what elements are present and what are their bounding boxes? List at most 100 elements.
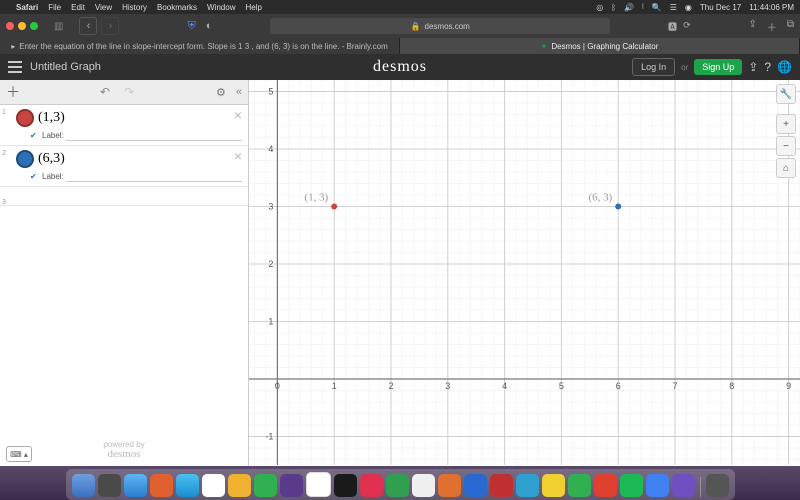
search-icon[interactable]: 🔍 <box>652 3 662 12</box>
home-button[interactable]: ⌂ <box>776 158 796 178</box>
address-bar[interactable]: 🔒 desmos.com <box>270 18 610 34</box>
minimize-window-button[interactable] <box>18 22 26 30</box>
svg-text:1: 1 <box>268 317 273 327</box>
wifi-icon[interactable]: ⧙ <box>642 2 644 12</box>
empty-expression-row[interactable]: 3 <box>0 187 248 206</box>
svg-text:3: 3 <box>445 381 450 391</box>
expression-formula[interactable]: (1,3) <box>38 110 65 126</box>
siri-icon[interactable]: ◉ <box>685 3 692 12</box>
dock-tv-icon[interactable] <box>334 474 357 497</box>
dock-app-icon[interactable] <box>646 474 669 497</box>
dock-app-icon[interactable] <box>438 474 461 497</box>
dock-app-icon[interactable] <box>516 474 539 497</box>
dock-app-icon[interactable] <box>412 474 435 497</box>
menu-button[interactable] <box>8 61 22 73</box>
undo-button[interactable]: ↶ <box>100 85 110 99</box>
share-icon[interactable]: ⇪ <box>748 19 756 34</box>
signup-button[interactable]: Sign Up <box>694 59 742 75</box>
back-button[interactable]: ‹ <box>79 17 97 35</box>
expression-row[interactable]: 2 (6,3) × ✔ Label: <box>0 146 248 187</box>
zoom-out-button[interactable]: − <box>776 136 796 156</box>
desmos-logo: desmos <box>373 58 427 76</box>
dock-app-icon[interactable] <box>568 474 591 497</box>
dock-appstore-icon[interactable] <box>464 474 487 497</box>
expression-row[interactable]: 1 (1,3) × ✔ Label: <box>0 105 248 146</box>
dock-safari-icon[interactable] <box>124 474 147 497</box>
label-checkbox[interactable]: ✔ <box>30 172 39 181</box>
help-icon[interactable]: ? <box>764 60 771 74</box>
dock-trash-icon[interactable] <box>706 474 729 497</box>
reader-icon[interactable]: ◐ <box>206 20 213 33</box>
color-swatch[interactable] <box>16 150 34 168</box>
label-word: Label: <box>42 131 64 140</box>
powered-by: powered by desmos <box>0 441 248 466</box>
zoom-window-button[interactable] <box>30 22 38 30</box>
dock-mail-icon[interactable] <box>176 474 199 497</box>
menu-window[interactable]: Window <box>207 3 235 12</box>
wrench-button[interactable]: 🔧 <box>776 84 796 104</box>
url-text: desmos.com <box>425 22 470 31</box>
dock-app-icon[interactable] <box>594 474 617 497</box>
delete-expression-button[interactable]: × <box>234 148 242 164</box>
color-swatch[interactable] <box>16 109 34 127</box>
dock-app-icon[interactable] <box>228 474 251 497</box>
language-icon[interactable]: 🌐 <box>777 60 792 74</box>
label-checkbox[interactable]: ✔ <box>30 131 39 140</box>
zoom-in-button[interactable]: + <box>776 114 796 134</box>
dock-app-icon[interactable] <box>386 474 409 497</box>
dock-app-icon[interactable] <box>490 474 513 497</box>
translate-icon[interactable]: 🅰 <box>668 20 677 33</box>
forward-button[interactable]: › <box>101 17 119 35</box>
dock-finder-icon[interactable] <box>72 474 95 497</box>
safari-toolbar: ▥ ‹ › ⛨ ◐ 🔒 desmos.com 🅰 ⟳ ⇪ ＋ ⧉ <box>0 14 800 38</box>
tab-brainly[interactable]: ▸ Enter the equation of the line in slop… <box>0 38 400 54</box>
close-window-button[interactable] <box>6 22 14 30</box>
expression-formula[interactable]: (6,3) <box>38 151 65 167</box>
dock-messages-icon[interactable] <box>254 474 277 497</box>
reload-icon[interactable]: ⟳ <box>683 20 691 33</box>
label-input[interactable] <box>66 171 242 182</box>
label-input[interactable] <box>66 130 242 141</box>
dock-calendar-icon[interactable] <box>202 474 225 497</box>
tab-icon: ▸ <box>11 42 15 51</box>
new-tab-icon[interactable]: ＋ <box>767 19 777 34</box>
menu-history[interactable]: History <box>122 3 147 12</box>
app-name[interactable]: Safari <box>16 3 38 12</box>
collapse-panel-button[interactable]: « <box>236 86 242 98</box>
dock-spotify-icon[interactable] <box>620 474 643 497</box>
row-index: 1 <box>2 109 12 116</box>
tabs-icon[interactable]: ⧉ <box>787 19 794 34</box>
graph-title[interactable]: Untitled Graph <box>30 61 101 73</box>
dock-app-icon[interactable] <box>306 472 331 497</box>
add-expression-button[interactable]: ＋ <box>6 82 20 102</box>
dock-settings-icon[interactable] <box>98 474 121 497</box>
control-center-icon[interactable]: ☰ <box>670 3 677 12</box>
menu-edit[interactable]: Edit <box>71 3 85 12</box>
menu-bookmarks[interactable]: Bookmarks <box>157 3 197 12</box>
menu-file[interactable]: File <box>48 3 61 12</box>
menu-time[interactable]: 11:44:06 PM <box>749 3 794 12</box>
volume-icon[interactable]: 🔊 <box>624 3 634 12</box>
dock-app-icon[interactable] <box>542 474 565 497</box>
privacy-report-icon[interactable]: ⛨ <box>187 20 195 33</box>
login-button[interactable]: Log In <box>632 58 675 76</box>
menu-view[interactable]: View <box>95 3 112 12</box>
dock-app-icon[interactable] <box>672 474 695 497</box>
delete-expression-button[interactable]: × <box>234 107 242 123</box>
menu-date[interactable]: Thu Dec 17 <box>700 3 741 12</box>
dock-music-icon[interactable] <box>360 474 383 497</box>
settings-button[interactable]: ⚙ <box>216 86 226 99</box>
share-graph-icon[interactable]: ⇪ <box>748 60 758 74</box>
keyboard-button[interactable]: ⌨ ▴ <box>6 446 32 462</box>
dock-app-icon[interactable] <box>150 474 173 497</box>
menu-help[interactable]: Help <box>245 3 261 12</box>
bluetooth-icon[interactable]: ᛒ <box>611 3 616 12</box>
graph-area[interactable]: 0123456789-112345(1, 3)(6, 3) 🔧 + − ⌂ <box>249 80 800 466</box>
lock-icon: 🔒 <box>411 22 421 31</box>
redo-button[interactable]: ↷ <box>124 85 134 99</box>
sidebar-icon[interactable]: ▥ <box>54 21 63 32</box>
dock-app-icon[interactable] <box>280 474 303 497</box>
svg-text:-1: -1 <box>265 432 273 442</box>
circle-icon[interactable]: ◎ <box>596 3 603 12</box>
tab-desmos[interactable]: ✦ Desmos | Graphing Calculator <box>400 38 800 54</box>
